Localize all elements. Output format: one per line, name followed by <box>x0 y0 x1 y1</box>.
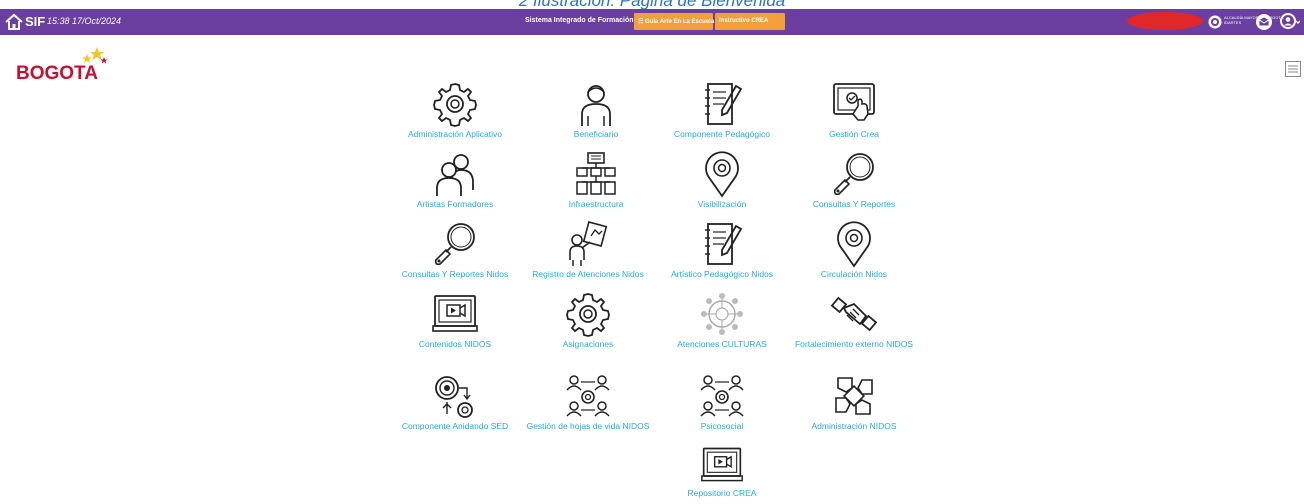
top-navbar: SIF 15:38 17/Oct/2024 Sistema Integrado … <box>0 9 1304 35</box>
module-label: Administración NIDOS <box>811 421 897 431</box>
redacted-username[interactable] <box>1127 12 1203 30</box>
module-visibilizacion[interactable]: Visibilización <box>652 150 792 210</box>
person-icon <box>581 85 611 126</box>
monitor-video-icon <box>701 447 743 482</box>
datetime: 15:38 17/Oct/2024 <box>47 16 122 26</box>
people-icon <box>436 154 474 196</box>
module-label: Artístico Pedagógico Nidos <box>670 269 774 279</box>
module-gestion-crea[interactable]: Gestión Crea <box>784 80 924 140</box>
module-label: Repositorio CREA <box>687 488 757 498</box>
bogota-logo: BOGOTA <box>16 47 108 84</box>
module-label: Fortalecimiento externo NIDOS <box>794 339 914 349</box>
team-gear-icon <box>566 375 610 417</box>
magnifier-icon <box>833 153 874 196</box>
app-title[interactable]: SIF <box>25 14 45 29</box>
module-atenciones-culturas[interactable]: Atenciones CULTURAS <box>652 290 792 350</box>
module-asignaciones[interactable]: Asignaciones <box>518 290 658 350</box>
module-label: Componente Anidando SED <box>401 421 509 431</box>
module-administracion-nidos[interactable]: Administración NIDOS <box>784 372 924 432</box>
presenter-icon <box>569 221 608 266</box>
partner-text: ALCALDÍA MAYOR DE BOGOTÁ IDARTES <box>1224 15 1284 25</box>
module-administracion-aplicativo[interactable]: Administración Aplicativo <box>385 80 525 140</box>
guide-arte-button[interactable]: ☷ Guía Arte En La Escuela <box>634 13 714 30</box>
module-circulacion-nidos[interactable]: Circulación Nidos <box>784 220 924 280</box>
module-label: Registro de Atenciones Nidos <box>532 269 644 279</box>
module-label: Gestión Crea <box>828 129 880 139</box>
hands-together-icon <box>835 377 873 415</box>
module-label: Visibilización <box>697 199 747 209</box>
module-label: Consultas Y Reportes Nidos <box>401 269 509 279</box>
module-consultas-reportes-nidos[interactable]: Consultas Y Reportes Nidos <box>385 220 525 280</box>
module-beneficiario[interactable]: Beneficiario <box>526 80 666 140</box>
handshake-icon <box>830 296 878 332</box>
partner-sub: IDARTES <box>1224 20 1242 25</box>
magnifier-icon <box>434 223 475 266</box>
monitor-video-icon <box>432 295 478 332</box>
module-contenidos-nidos[interactable]: Contenidos NIDOS <box>385 290 525 350</box>
gear-icon <box>433 83 477 127</box>
network-globe-icon <box>701 293 743 335</box>
notebook-pencil-icon <box>705 223 743 265</box>
module-infraestructura[interactable]: Infraestructura <box>526 150 666 210</box>
module-label: Asignaciones <box>562 339 614 349</box>
module-label: Atenciones CULTURAS <box>677 339 767 349</box>
network-icon <box>576 152 616 195</box>
map-pin-icon <box>705 151 739 198</box>
module-componente-anidando-sed[interactable]: Componente Anidando SED <box>385 372 525 432</box>
module-label: Circulación Nidos <box>820 269 888 279</box>
target-flow-icon <box>435 376 473 418</box>
system-name: Sistema Integrado de Formación <box>525 17 634 24</box>
module-label: Psicosocial <box>700 421 744 431</box>
module-label: Componente Pedagógico <box>674 129 770 139</box>
tablet-touch-icon <box>833 83 875 121</box>
module-consultas-reportes[interactable]: Consultas Y Reportes <box>784 150 924 210</box>
module-label: Beneficiario <box>573 129 619 139</box>
mail-icon[interactable] <box>1256 14 1272 30</box>
module-label: Artistas Formadores <box>416 199 494 209</box>
page: 2 Ilustración: Página de Bienvenida SIF … <box>0 0 1304 504</box>
home-icon[interactable] <box>5 13 23 31</box>
notebook-pencil-icon <box>705 83 743 125</box>
map-pin-icon <box>837 221 871 268</box>
module-registro-atenciones-nidos[interactable]: Registro de Atenciones Nidos <box>518 220 658 280</box>
gear-icon <box>566 293 610 337</box>
module-label: Gestión de hojas de vida NIDOS <box>526 421 650 431</box>
menu-toggle-icon[interactable] <box>1284 60 1302 78</box>
team-gear-icon <box>700 375 744 417</box>
instructivo-crea-button[interactable]: Instructivo CREA <box>715 13 785 30</box>
module-componente-pedagogico[interactable]: Componente Pedagógico <box>652 80 792 140</box>
user-menu-icon[interactable] <box>1280 13 1300 31</box>
module-label: Contenidos NIDOS <box>418 339 492 349</box>
module-label: Administración Aplicativo <box>407 129 502 139</box>
brand-name: BOGOTA <box>16 63 98 84</box>
module-label: Consultas Y Reportes <box>812 199 896 209</box>
module-psicosocial[interactable]: Psicosocial <box>652 372 792 432</box>
module-artistas-formadores[interactable]: Artistas Formadores <box>385 150 525 210</box>
module-label: Infraestructura <box>568 199 624 209</box>
module-gestion-hojas-vida-nidos[interactable]: Gestión de hojas de vida NIDOS <box>518 372 658 432</box>
module-fortalecimiento-externo-nidos[interactable]: Fortalecimiento externo NIDOS <box>784 290 924 350</box>
module-repositorio-crea[interactable]: Repositorio CREA <box>652 443 792 499</box>
module-artistico-pedagogico-nidos[interactable]: Artístico Pedagógico Nidos <box>652 220 792 280</box>
